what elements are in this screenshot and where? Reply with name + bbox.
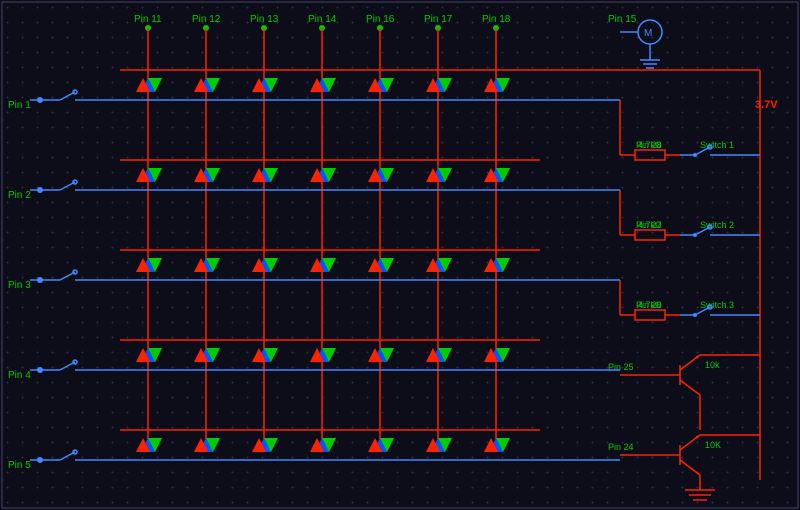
resistor-2-label: 4.7kΩ	[638, 220, 662, 230]
switch-2-label: Switch 2	[700, 220, 734, 230]
pin-14-label: Pin 14	[308, 14, 337, 25]
resistor-1-label: 4.7kΩ	[638, 140, 662, 150]
transistor-2-label: 10K	[705, 440, 721, 450]
pin-13-label: Pin 13	[250, 14, 279, 25]
resistor-3-label: 4.7kΩ	[638, 300, 662, 310]
transistor-1-label: 10k	[705, 360, 720, 370]
pin-12-label: Pin 12	[192, 14, 221, 25]
pin-11-label: Pin 11	[134, 14, 162, 25]
pin-3-label: Pin 3	[8, 280, 31, 291]
pin-24-label: Pin 24	[608, 442, 634, 452]
switch-3-label: Switch 3	[700, 300, 734, 310]
pin-4-label: Pin 4	[8, 370, 31, 381]
pin-5-label: Pin 5	[8, 460, 31, 471]
voltage-label: 3.7V	[755, 99, 778, 111]
pin-15-label: Pin 15	[608, 14, 637, 25]
svg-text:M: M	[644, 28, 652, 39]
pin-18-label: Pin 18	[482, 14, 511, 25]
pin-16-label: Pin 16	[366, 14, 395, 25]
pin-2-label: Pin 2	[8, 190, 31, 201]
pin-1-label: Pin 1	[8, 100, 31, 111]
pin-17-label: Pin 17	[424, 14, 453, 25]
switch-1-label: Switch 1	[700, 140, 734, 150]
circuit-canvas: Pin 11 Pin 12 Pin 13 Pin 14 Pin 16 Pin 1…	[0, 0, 800, 510]
